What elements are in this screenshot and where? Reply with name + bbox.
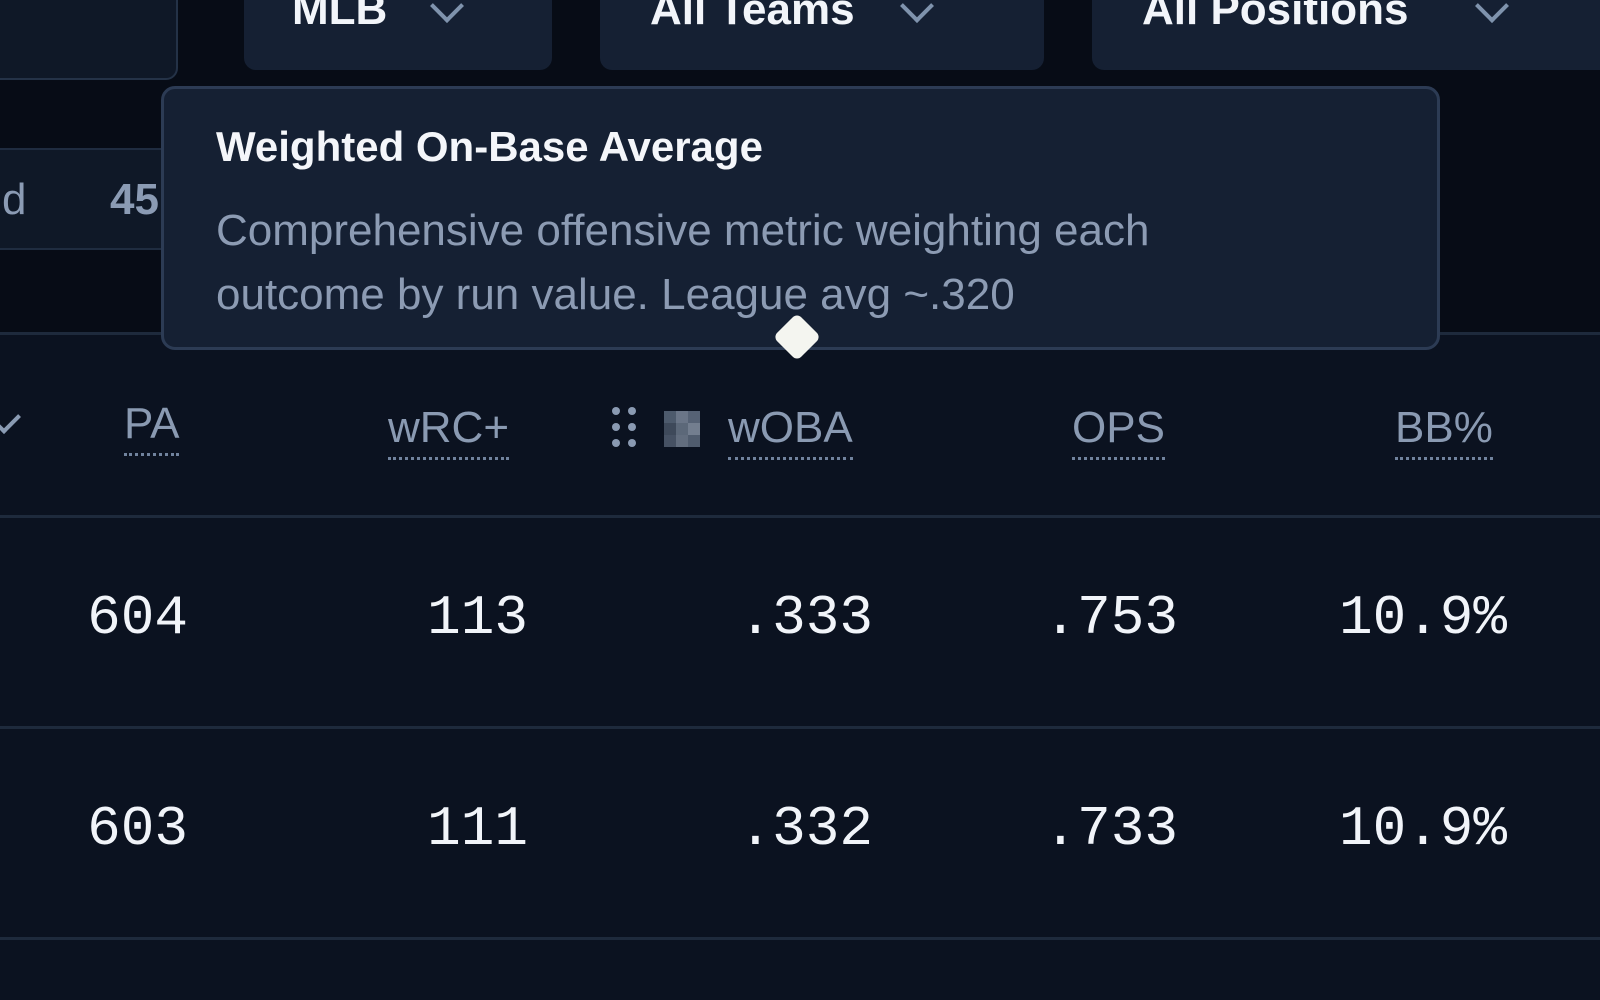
column-header-pa[interactable]: PA (124, 401, 180, 456)
teams-select-label: All Teams (650, 0, 855, 34)
league-select-label: MLB (292, 0, 388, 34)
chevron-down-icon (899, 0, 934, 23)
cell-pa: 604 (87, 586, 188, 650)
table-header: PA wRC+ wOBA OPS BB% (0, 335, 1600, 518)
tooltip-title: Weighted On-Base Average (216, 123, 763, 170)
metric-tooltip: Weighted On-Base Average Comprehensive o… (161, 86, 1440, 350)
chevron-down-icon (430, 0, 465, 23)
column-header-bb-pct[interactable]: BB% (1395, 405, 1493, 460)
stat-pill-label: d (2, 175, 27, 224)
tooltip-body: Comprehensive offensive metric weighting… (216, 206, 1150, 319)
table-row[interactable]: 604 113 .333 .753 10.9% (0, 518, 1600, 729)
cell-bb-pct: 10.9% (1338, 586, 1507, 650)
column-header-woba[interactable]: wOBA (728, 405, 853, 460)
column-header-wrc-plus[interactable]: wRC+ (388, 405, 510, 460)
cell-ops: .753 (1043, 586, 1178, 650)
cell-woba: .333 (738, 586, 873, 650)
positions-select-label: All Positions (1142, 0, 1409, 34)
chevron-down-icon (1475, 0, 1510, 23)
search-input[interactable] (0, 0, 178, 80)
table-row[interactable]: 603 111 .332 .733 10.9% (0, 729, 1600, 940)
cell-pa: 603 (87, 797, 188, 861)
stats-leaderboard: MLB All Teams All Positions d 45 PA wRC+… (0, 0, 1600, 1000)
stats-table: PA wRC+ wOBA OPS BB% 604 113 .333 .753 1… (0, 332, 1600, 1000)
column-header-ops[interactable]: OPS (1072, 405, 1165, 460)
league-select[interactable]: MLB (244, 0, 552, 70)
cell-wrc-plus: 113 (427, 586, 528, 650)
teams-select[interactable]: All Teams (600, 0, 1044, 70)
drag-handle-icon[interactable] (612, 407, 636, 447)
cell-woba: .332 (738, 797, 873, 861)
stat-pill-value: 45 (110, 175, 159, 224)
column-heatmap-icon (664, 411, 700, 447)
positions-select[interactable]: All Positions (1092, 0, 1600, 70)
cell-ops: .733 (1043, 797, 1178, 861)
chevron-down-icon[interactable] (0, 400, 21, 434)
cell-bb-pct: 10.9% (1338, 797, 1507, 861)
cell-wrc-plus: 111 (427, 797, 528, 861)
